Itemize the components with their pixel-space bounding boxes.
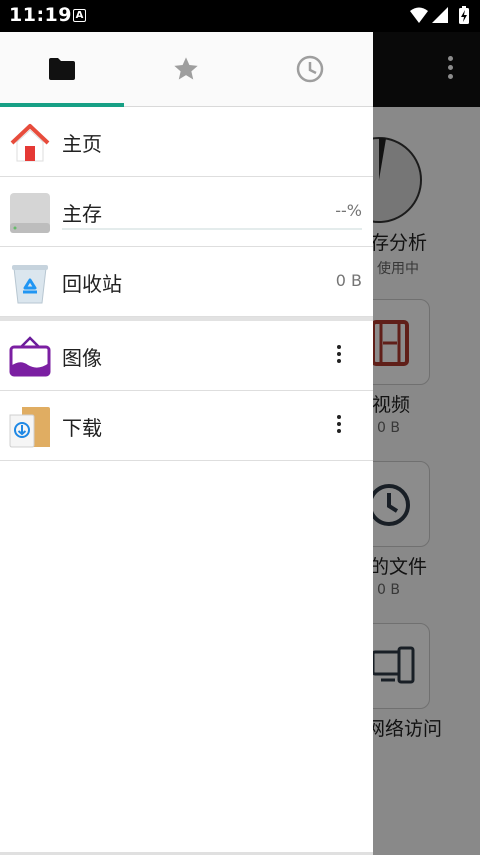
storage-progress-bar bbox=[62, 228, 362, 230]
navigation-drawer: 主页 主存 --% 回收站 0 B 图像 下载 bbox=[0, 32, 373, 855]
star-icon bbox=[174, 57, 198, 80]
recycle-bin-icon bbox=[12, 265, 48, 304]
system-icons bbox=[410, 6, 469, 24]
drawer-item-home[interactable]: 主页 bbox=[0, 107, 373, 177]
drawer-item-download[interactable]: 下载 bbox=[0, 391, 373, 461]
drawer-item-recycle-bin[interactable]: 回收站 0 B bbox=[0, 247, 373, 317]
drawer-item-label: 主页 bbox=[62, 132, 102, 156]
tab-folders[interactable] bbox=[0, 32, 124, 106]
notification-a-icon: A bbox=[73, 9, 86, 22]
status-time: 11:19 bbox=[9, 4, 72, 26]
status-bar: 11:19 A bbox=[0, 0, 480, 32]
wifi-icon bbox=[410, 7, 428, 23]
drawer-item-label: 下载 bbox=[62, 416, 102, 440]
drawer-item-label: 图像 bbox=[62, 346, 102, 370]
more-options-icon[interactable] bbox=[334, 345, 344, 365]
more-options-icon[interactable] bbox=[334, 415, 344, 435]
folder-icon bbox=[49, 58, 75, 80]
home-icon bbox=[10, 124, 50, 162]
drawer-item-label: 回收站 bbox=[62, 272, 122, 296]
storage-usage-percent: --% bbox=[335, 201, 362, 220]
download-folder-icon bbox=[9, 407, 50, 448]
recycle-bin-size: 0 B bbox=[335, 271, 362, 290]
tab-recent[interactable] bbox=[248, 32, 372, 106]
drawer-item-images[interactable]: 图像 bbox=[0, 321, 373, 391]
drawer-tabs bbox=[0, 32, 373, 107]
drawer-item-main-storage[interactable]: 主存 --% bbox=[0, 177, 373, 247]
clock-icon bbox=[296, 55, 324, 83]
battery-charging-icon bbox=[459, 6, 469, 24]
drawer-item-label: 主存 bbox=[62, 202, 102, 226]
tab-favorites[interactable] bbox=[124, 32, 248, 106]
storage-drive-icon bbox=[10, 193, 50, 233]
image-folder-icon bbox=[9, 336, 51, 377]
signal-icon bbox=[432, 7, 448, 23]
